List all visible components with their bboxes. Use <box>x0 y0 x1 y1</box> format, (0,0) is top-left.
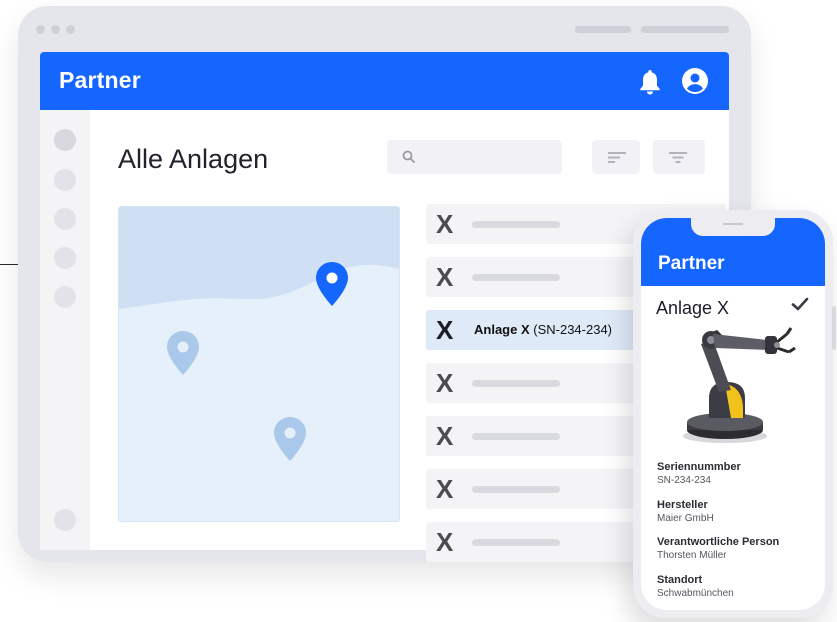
map-pin-icon[interactable] <box>274 417 306 461</box>
search-icon <box>402 150 416 164</box>
asset-logo: X <box>436 368 454 398</box>
map-view[interactable] <box>118 206 400 522</box>
window-toolbar-placeholder <box>575 26 729 33</box>
phone-notch <box>691 218 775 236</box>
filter-button[interactable] <box>653 140 705 174</box>
asset-logo: X <box>436 421 454 451</box>
map-pin-icon[interactable] <box>316 262 348 306</box>
text-placeholder <box>472 433 560 440</box>
detail-field-value: Thorsten Müller <box>657 550 727 561</box>
sidebar-item-bottom[interactable] <box>54 509 76 531</box>
detail-field: Verantwortliche Person Thorsten Müller <box>657 536 779 562</box>
sidebar-item[interactable] <box>54 286 76 308</box>
detail-field: Standort Schwabmünchen <box>657 574 734 600</box>
text-placeholder <box>472 274 560 281</box>
sidebar-item[interactable] <box>54 208 76 230</box>
text-placeholder <box>472 486 560 493</box>
window-dot[interactable] <box>66 25 75 34</box>
window-dot[interactable] <box>36 25 45 34</box>
phone-mockup: Partner Anlage X Seriennummber SN-234-23… <box>633 210 836 618</box>
asset-logo: X <box>436 474 454 504</box>
asset-logo: X <box>436 209 454 239</box>
bell-icon[interactable] <box>638 68 662 101</box>
detail-field: Hersteller Maier GmbH <box>657 499 714 525</box>
detail-field-label: Standort <box>657 574 703 586</box>
text-placeholder <box>472 380 560 387</box>
phone-header: Partner <box>641 218 825 286</box>
phone-brand[interactable]: Partner <box>658 253 725 275</box>
map-land <box>119 207 399 309</box>
robot-arm-image <box>669 318 797 451</box>
detail-field-label: Verantwortliche Person <box>657 536 780 548</box>
detail-field-value: Schwabmünchen <box>657 588 734 599</box>
phone-side-button <box>832 306 836 350</box>
detail-field-value: Maier GmbH <box>657 513 714 524</box>
window-dot[interactable] <box>51 25 60 34</box>
toolbar-placeholder <box>641 26 729 33</box>
asset-logo: X <box>436 262 454 292</box>
asset-detail-title: Anlage X <box>656 298 730 318</box>
asset-name: Anlage X (SN-234-234) <box>474 322 612 337</box>
filter-icon <box>669 152 687 163</box>
sort-button[interactable] <box>592 140 640 174</box>
sort-icon <box>608 152 626 163</box>
map-pin-icon[interactable] <box>167 331 199 375</box>
detail-field-value: SN-234-234 <box>657 475 711 486</box>
text-placeholder <box>472 221 560 228</box>
text-placeholder <box>472 539 560 546</box>
search-input[interactable] <box>387 140 562 174</box>
sidebar-item[interactable] <box>54 129 76 151</box>
asset-serial: (SN-234-234) <box>533 322 613 337</box>
phone-screen: Partner Anlage X Seriennummber SN-234-23… <box>641 218 825 610</box>
asset-title: Anlage X <box>474 322 530 337</box>
sidebar-item[interactable] <box>54 247 76 269</box>
detail-field: Seriennummber SN-234-234 <box>657 461 741 487</box>
main-content: Alle Anlagen X X X Anlage X (SN-234-234)… <box>40 110 729 562</box>
detail-field-label: Hersteller <box>657 499 708 511</box>
user-icon[interactable] <box>681 67 709 100</box>
toolbar-placeholder <box>575 26 631 33</box>
app-header: Partner <box>40 52 729 110</box>
detail-field-label: Seriennummber <box>657 461 741 473</box>
page-title: Alle Anlagen <box>118 144 269 174</box>
check-icon[interactable] <box>791 296 809 317</box>
brand-logo[interactable]: Partner <box>59 67 141 94</box>
asset-logo: X <box>436 527 454 557</box>
sidebar <box>40 110 90 550</box>
window-controls <box>36 25 75 34</box>
asset-logo: X <box>436 315 454 345</box>
sidebar-item[interactable] <box>54 169 76 191</box>
